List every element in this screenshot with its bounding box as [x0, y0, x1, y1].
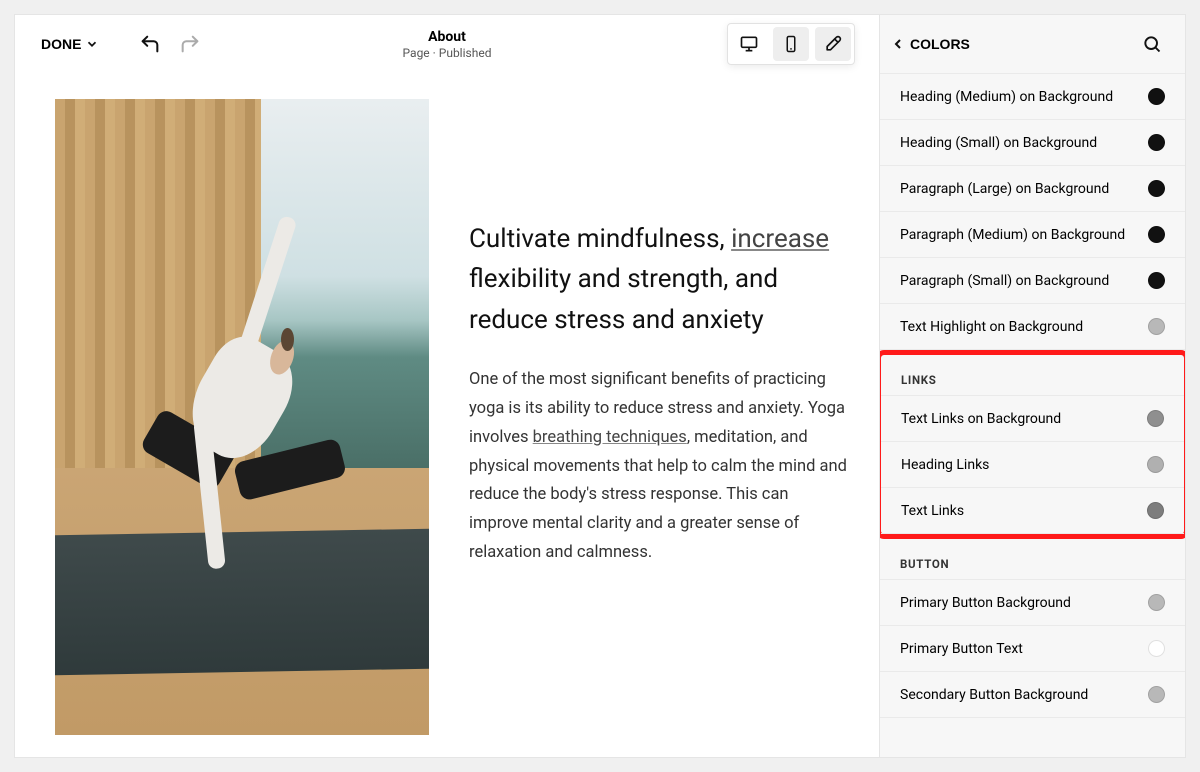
text-color-row[interactable]: Paragraph (Large) on Background: [880, 166, 1185, 212]
text-color-label: Text Highlight on Background: [900, 319, 1083, 335]
panel-search-button[interactable]: [1135, 27, 1169, 61]
text-color-label: Heading (Medium) on Background: [900, 89, 1113, 105]
desktop-icon: [739, 34, 759, 54]
panel-title: COLORS: [910, 36, 970, 52]
panel-scroll[interactable]: Heading (Medium) on Background Heading (S…: [880, 73, 1185, 757]
search-icon: [1142, 34, 1162, 54]
color-swatch[interactable]: [1148, 180, 1165, 197]
link-color-row[interactable]: Text Links on Background: [881, 395, 1184, 442]
text-color-label: Paragraph (Small) on Background: [900, 273, 1109, 289]
button-color-label: Primary Button Text: [900, 641, 1023, 657]
color-swatch[interactable]: [1148, 640, 1165, 657]
done-label: DONE: [41, 36, 81, 52]
text-color-row[interactable]: Text Highlight on Background: [880, 304, 1185, 350]
text-color-row[interactable]: Heading (Small) on Background: [880, 120, 1185, 166]
link-color-label: Text Links on Background: [901, 411, 1061, 427]
undo-icon: [139, 33, 161, 55]
color-swatch[interactable]: [1147, 456, 1164, 473]
link-color-row[interactable]: Heading Links: [881, 442, 1184, 488]
button-color-row[interactable]: Primary Button Background: [880, 579, 1185, 626]
text-color-row[interactable]: Paragraph (Small) on Background: [880, 258, 1185, 304]
mobile-icon: [782, 35, 800, 53]
device-toggle: [727, 23, 855, 65]
color-swatch[interactable]: [1148, 594, 1165, 611]
text-color-label: Paragraph (Large) on Background: [900, 181, 1109, 197]
button-color-label: Secondary Button Background: [900, 687, 1088, 703]
color-swatch[interactable]: [1148, 318, 1165, 335]
undo-button[interactable]: [133, 27, 167, 61]
color-swatch[interactable]: [1147, 502, 1164, 519]
done-button[interactable]: DONE: [41, 36, 99, 52]
desktop-view-button[interactable]: [731, 27, 767, 61]
link-color-row[interactable]: Text Links: [881, 488, 1184, 534]
color-swatch[interactable]: [1148, 226, 1165, 243]
styles-button[interactable]: [815, 27, 851, 61]
page-title: About: [403, 29, 492, 45]
chevron-down-icon: [85, 37, 99, 51]
body-link[interactable]: breathing techniques: [533, 428, 687, 447]
links-section-label: LINKS: [881, 355, 1184, 395]
color-swatch[interactable]: [1148, 88, 1165, 105]
text-color-label: Heading (Small) on Background: [900, 135, 1097, 151]
color-swatch[interactable]: [1148, 686, 1165, 703]
button-color-row[interactable]: Primary Button Text: [880, 626, 1185, 672]
headline-text[interactable]: Cultivate mindfulness, increase flexibil…: [469, 219, 849, 340]
chevron-left-icon: [890, 36, 906, 52]
redo-button[interactable]: [173, 27, 207, 61]
headline-link[interactable]: increase: [731, 224, 829, 254]
text-color-row[interactable]: Heading (Medium) on Background: [880, 73, 1185, 120]
text-color-row[interactable]: Paragraph (Medium) on Background: [880, 212, 1185, 258]
link-color-label: Text Links: [901, 503, 964, 519]
colors-panel: COLORS Heading (Medium) on BackgroundHea…: [879, 15, 1185, 757]
panel-back-button[interactable]: COLORS: [890, 36, 970, 52]
text-color-label: Paragraph (Medium) on Background: [900, 227, 1125, 243]
editor-topbar: DONE About Page · Published: [15, 15, 879, 73]
editor-canvas: Cultivate mindfulness, increase flexibil…: [15, 73, 879, 757]
page-title-block: About Page · Published: [403, 29, 492, 60]
color-swatch[interactable]: [1148, 272, 1165, 289]
button-section-label: BUTTON: [880, 539, 1185, 579]
color-swatch[interactable]: [1148, 134, 1165, 151]
paintbrush-icon: [823, 34, 843, 54]
text-colors-group: Heading (Medium) on Background Heading (S…: [880, 73, 1185, 350]
link-color-label: Heading Links: [901, 457, 989, 473]
mobile-view-button[interactable]: [773, 27, 809, 61]
body-paragraph[interactable]: One of the most significant benefits of …: [469, 366, 849, 568]
page-subtitle: Page · Published: [403, 46, 492, 60]
button-color-row[interactable]: Secondary Button Background: [880, 672, 1185, 718]
links-section-highlight: LINKS Text Links on Background Heading Li…: [880, 350, 1185, 539]
color-swatch[interactable]: [1147, 410, 1164, 427]
hero-image: [55, 99, 429, 735]
button-color-label: Primary Button Background: [900, 595, 1071, 611]
redo-icon: [179, 33, 201, 55]
